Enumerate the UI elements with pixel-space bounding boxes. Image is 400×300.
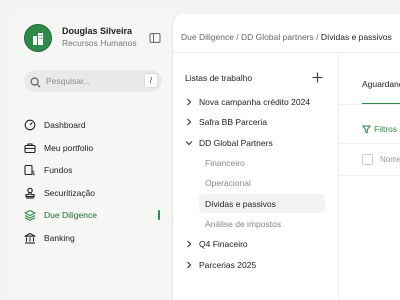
sidebar-item-dashboard[interactable]: Dashboard <box>24 114 172 137</box>
sidebar-item-due-diligence[interactable]: Due Diligence <box>24 204 172 227</box>
sidebar-item-label: Meu portfolio <box>44 142 94 153</box>
worklist-item-label: DD Global Partners <box>199 137 273 148</box>
layers-icon <box>24 209 36 222</box>
worklist-item[interactable]: Parcerias 2025 <box>185 254 330 274</box>
user-name: Douglas Silveira <box>62 26 133 36</box>
worklist-panel: Listas de trabalho Nova campanha crédito… <box>173 53 339 300</box>
svg-text:$: $ <box>32 170 36 176</box>
sidebar-item-label: Fundos <box>44 165 73 176</box>
worklist-subitem-selected[interactable]: Dívidas e passivos <box>185 193 330 214</box>
stamp-icon <box>24 187 36 199</box>
items-pane: Aguardando Filtros Nome <box>340 53 400 300</box>
tab-aguardando[interactable]: Aguardando <box>362 79 400 89</box>
worklist-item-label: Q4 Finaceiro <box>199 239 248 250</box>
tabs-divider <box>340 104 400 105</box>
funds-icon: $ <box>24 164 36 177</box>
filters-label: Filtros <box>374 124 398 134</box>
select-all-checkbox[interactable] <box>362 154 373 165</box>
app-frame: Douglas Silveira Recursos Humanos / <box>0 0 400 300</box>
search-box[interactable]: / <box>24 70 162 92</box>
table-divider <box>340 143 400 144</box>
column-header-name[interactable]: Nome <box>380 155 400 164</box>
worklist-item[interactable]: Safra BB Parceria <box>185 112 330 132</box>
sidebar-item-portfolio[interactable]: Meu portfolio <box>24 137 172 160</box>
sidebar-item-securitizacao[interactable]: Securitização <box>24 182 172 205</box>
worklist-subitem-label: Dívidas e passivos <box>205 198 276 209</box>
sidebar-nav: Dashboard Meu portfolio $ Fundos Securit… <box>24 114 172 249</box>
sidebar-toggle-icon[interactable] <box>149 31 161 43</box>
search-shortcut-key: / <box>144 73 158 88</box>
sidebar-item-banking[interactable]: Banking <box>24 227 172 250</box>
active-indicator <box>158 210 160 220</box>
worklist-item-label: Safra BB Parceria <box>199 117 268 128</box>
worklist-item[interactable]: Nova campanha crédito 2024 <box>185 92 330 112</box>
bank-icon <box>24 232 36 244</box>
breadcrumb-separator: / <box>313 32 321 42</box>
filter-icon <box>362 125 371 133</box>
worklist-subitem-label: Financeiro <box>205 158 245 169</box>
breadcrumb: Due Diligence / DD Global partners / Dív… <box>181 32 392 42</box>
breadcrumb-current: Dívidas e passivos <box>320 32 392 42</box>
sidebar-item-label: Banking <box>44 232 75 243</box>
breadcrumb-separator: / <box>233 32 242 42</box>
chevron-right-icon[interactable] <box>185 261 193 269</box>
chevron-down-icon[interactable] <box>185 139 193 147</box>
sidebar-item-label: Dashboard <box>44 120 86 131</box>
breadcrumb-link[interactable]: DD Global partners <box>241 32 314 42</box>
building-logo-icon <box>33 33 43 45</box>
chevron-right-icon[interactable] <box>185 118 193 126</box>
worklist-title: Listas de trabalho <box>185 73 253 83</box>
worklist-subitem-label: Análise de impostos <box>205 218 282 229</box>
worklist-item[interactable]: Q4 Finaceiro <box>185 234 330 254</box>
main-panel: Due Diligence / DD Global partners / Dív… <box>172 14 400 300</box>
add-list-icon[interactable] <box>312 70 323 83</box>
table-divider <box>340 175 400 176</box>
worklist-subitem[interactable]: Financeiro <box>185 153 330 173</box>
filters-button[interactable]: Filtros <box>362 124 397 134</box>
sidebar-item-label: Securitização <box>44 187 96 198</box>
worklist-subitem-label: Operacional <box>205 178 251 189</box>
avatar <box>24 24 52 52</box>
worklist-subitem[interactable]: Operacional <box>185 173 330 193</box>
sidebar-item-label: Due Diligence <box>44 210 97 221</box>
dashboard-icon <box>24 119 36 131</box>
worklist-item-label: Parcerias 2025 <box>199 259 257 270</box>
user-role: Recursos Humanos <box>62 38 137 48</box>
worklist-subitem[interactable]: Análise de impostos <box>185 214 330 234</box>
worklist-item-label: Nova campanha crédito 2024 <box>199 97 311 108</box>
worklist-item[interactable]: DD Global Partners <box>185 133 330 153</box>
search-icon <box>30 75 41 93</box>
chevron-right-icon[interactable] <box>185 240 193 248</box>
briefcase-icon <box>24 142 36 154</box>
sidebar: Douglas Silveira Recursos Humanos / <box>14 14 172 300</box>
breadcrumb-link[interactable]: Due Diligence <box>181 32 234 42</box>
worklist-tree: Nova campanha crédito 2024 Safra BB Parc… <box>185 92 330 275</box>
search-input[interactable] <box>46 74 136 88</box>
sidebar-item-fundos[interactable]: $ Fundos <box>24 159 172 182</box>
chevron-right-icon[interactable] <box>185 98 193 106</box>
profile-card[interactable]: Douglas Silveira Recursos Humanos <box>24 24 164 54</box>
